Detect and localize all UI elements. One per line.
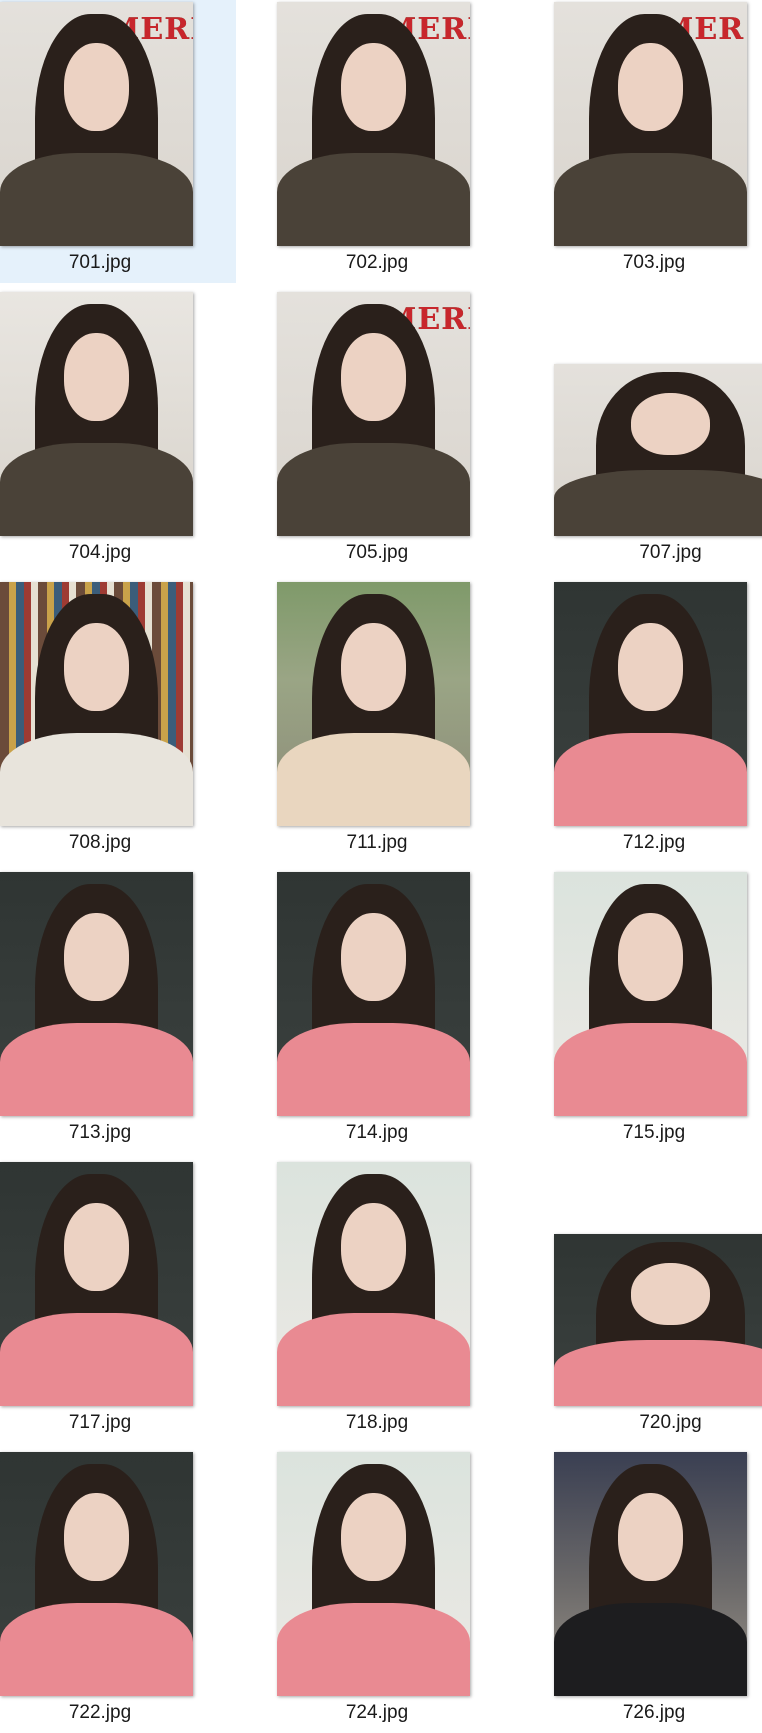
file-item[interactable]: 715.jpg	[554, 870, 762, 1153]
image-thumbnail: MER	[554, 2, 747, 246]
file-item[interactable]: 708.jpg	[0, 580, 236, 863]
image-thumbnail	[554, 1233, 762, 1406]
file-item[interactable]: 712.jpg	[554, 580, 762, 863]
file-item[interactable]: 704.jpg	[0, 290, 236, 573]
file-name-label: 701.jpg	[68, 252, 132, 273]
file-item[interactable]: 720.jpg	[554, 1160, 762, 1443]
file-name-label: 702.jpg	[345, 252, 409, 273]
file-name-label: 713.jpg	[68, 1122, 132, 1143]
image-thumbnail	[277, 1452, 470, 1696]
file-name-label: 720.jpg	[639, 1412, 702, 1433]
file-item[interactable]: MERR 701.jpg	[0, 0, 236, 283]
image-thumbnail	[277, 1162, 470, 1406]
file-item[interactable]: 717.jpg	[0, 1160, 236, 1443]
file-name-label: 714.jpg	[345, 1122, 409, 1143]
file-item[interactable]: 726.jpg	[554, 1450, 762, 1733]
file-item[interactable]: MERR 705.jpg	[277, 290, 513, 573]
file-item[interactable]: 711.jpg	[277, 580, 513, 863]
file-item[interactable]: MER 703.jpg	[554, 0, 762, 283]
file-item[interactable]: 714.jpg	[277, 870, 513, 1153]
file-item[interactable]: 724.jpg	[277, 1450, 513, 1733]
file-name-label: 704.jpg	[68, 542, 132, 563]
file-name-label: 703.jpg	[622, 252, 686, 273]
file-name-label: 708.jpg	[68, 832, 132, 853]
image-thumbnail: MERR	[0, 2, 193, 246]
image-thumbnail	[277, 872, 470, 1116]
file-name-label: 705.jpg	[345, 542, 409, 563]
image-thumbnail	[0, 1452, 193, 1696]
file-name-label: 722.jpg	[68, 1702, 132, 1723]
image-thumbnail	[0, 872, 193, 1116]
file-name-label: 707.jpg	[639, 542, 702, 563]
image-thumbnail	[554, 1452, 747, 1696]
image-thumbnail	[277, 582, 470, 826]
file-name-label: 715.jpg	[622, 1122, 686, 1143]
file-item[interactable]: 713.jpg	[0, 870, 236, 1153]
image-thumbnail	[0, 292, 193, 536]
file-name-label: 717.jpg	[68, 1412, 132, 1433]
image-thumbnail: MERR	[277, 292, 470, 536]
image-thumbnail: MERR	[277, 2, 470, 246]
file-name-label: 712.jpg	[622, 832, 686, 853]
image-thumbnail	[554, 872, 747, 1116]
file-name-label: 718.jpg	[345, 1412, 409, 1433]
file-item[interactable]: 718.jpg	[277, 1160, 513, 1443]
file-name-label: 726.jpg	[622, 1702, 686, 1723]
file-name-label: 711.jpg	[346, 832, 408, 853]
file-thumbnail-grid: MERR 701.jpg MERR 702.jpg MER 703.jpg 704.jpg M…	[0, 0, 762, 1723]
image-thumbnail	[554, 582, 747, 826]
file-name-label: 724.jpg	[345, 1702, 409, 1723]
file-item[interactable]: 707.jpg	[554, 290, 762, 573]
file-item[interactable]: 722.jpg	[0, 1450, 236, 1733]
image-thumbnail	[554, 363, 762, 536]
image-thumbnail	[0, 1162, 193, 1406]
image-thumbnail	[0, 582, 193, 826]
file-item[interactable]: MERR 702.jpg	[277, 0, 513, 283]
